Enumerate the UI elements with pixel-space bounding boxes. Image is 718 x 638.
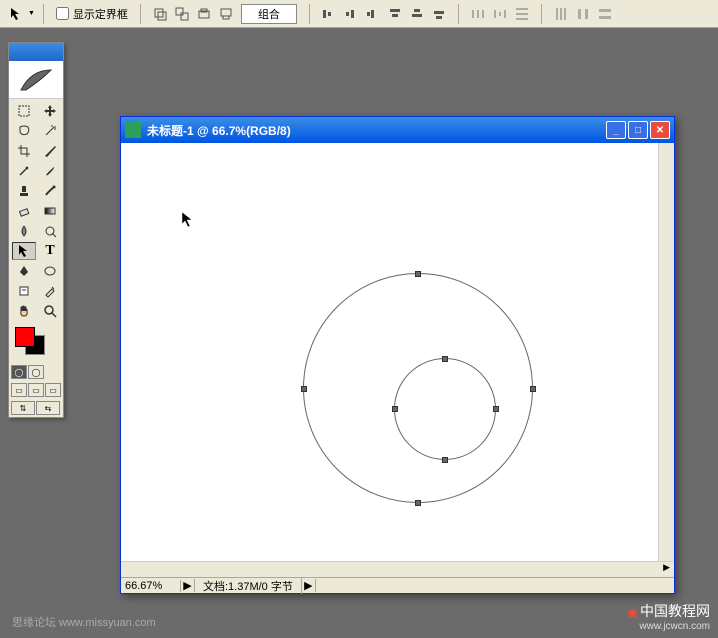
status-menu-arrow-icon[interactable]: ▶	[302, 579, 316, 592]
slice-tool-icon[interactable]	[38, 142, 62, 160]
screenmode-3-icon[interactable]: ▭	[45, 383, 61, 397]
path-handle[interactable]	[442, 457, 448, 463]
zoom-tool-icon[interactable]	[38, 302, 62, 320]
scroll-right-arrow-icon[interactable]: ▶	[659, 562, 674, 573]
separator	[140, 4, 141, 24]
path-handle[interactable]	[493, 406, 499, 412]
horizontal-scrollbar[interactable]: ▶	[121, 561, 674, 577]
type-tool-icon[interactable]: T	[38, 242, 62, 260]
brush-tool-icon[interactable]	[38, 162, 62, 180]
screenmode-1-icon[interactable]: ▭	[11, 383, 27, 397]
minimize-button[interactable]: _	[606, 121, 626, 139]
marquee-tool-icon[interactable]	[12, 102, 36, 120]
close-button[interactable]: ✕	[650, 121, 670, 139]
ellipse-path-small[interactable]	[394, 358, 496, 460]
separator	[458, 4, 459, 24]
document-titlebar[interactable]: 未标题-1 @ 66.7%(RGB/8) _ □ ✕	[121, 117, 674, 143]
group-button[interactable]: 组合	[241, 4, 297, 24]
jump-2-icon[interactable]: ⇆	[36, 401, 60, 415]
document-window: 未标题-1 @ 66.7%(RGB/8) _ □ ✕ ▶ 66.67% ▶ 文档…	[120, 116, 675, 594]
align-icon-2[interactable]	[341, 4, 361, 24]
quickmask-mode-icon[interactable]: ◯	[28, 365, 44, 379]
healing-tool-icon[interactable]	[12, 162, 36, 180]
align-icon-1[interactable]	[319, 4, 339, 24]
path-handle[interactable]	[442, 356, 448, 362]
canvas[interactable]	[121, 143, 658, 561]
align-icon-6[interactable]	[429, 4, 449, 24]
options-toolbar: ▼ 显示定界框 组合	[0, 0, 718, 28]
layer-icon-2[interactable]	[172, 4, 192, 24]
layer-icon-3[interactable]	[194, 4, 214, 24]
separator	[43, 4, 44, 24]
hand-tool-icon[interactable]	[12, 302, 36, 320]
distribute-icon-1[interactable]	[468, 4, 488, 24]
shape-tool-icon[interactable]	[38, 262, 62, 280]
align-icon-3[interactable]	[363, 4, 383, 24]
eyedropper-tool-icon[interactable]	[38, 282, 62, 300]
feather-logo	[9, 61, 63, 99]
foreground-color[interactable]	[15, 327, 35, 347]
distribute-icon-6[interactable]	[595, 4, 615, 24]
align-icon-4[interactable]	[385, 4, 405, 24]
document-icon	[125, 122, 141, 138]
dropdown-arrow-icon[interactable]: ▼	[28, 10, 35, 17]
eraser-tool-icon[interactable]	[12, 202, 36, 220]
vertical-scrollbar[interactable]	[658, 143, 674, 561]
crop-tool-icon[interactable]	[12, 142, 36, 160]
separator	[541, 4, 542, 24]
move-tool-icon[interactable]	[38, 102, 62, 120]
path-handle[interactable]	[392, 406, 398, 412]
lasso-tool-icon[interactable]	[12, 122, 36, 140]
show-bounds-checkbox[interactable]: 显示定界框	[56, 6, 128, 22]
document-title: 未标题-1 @ 66.7%(RGB/8)	[147, 122, 606, 139]
blur-tool-icon[interactable]	[12, 222, 36, 240]
pen-tool-icon[interactable]	[12, 262, 36, 280]
standard-mode-icon[interactable]: ◯	[11, 365, 27, 379]
tools-titlebar[interactable]	[9, 43, 63, 61]
path-handle[interactable]	[415, 500, 421, 506]
gradient-tool-icon[interactable]	[38, 202, 62, 220]
path-handle[interactable]	[530, 386, 536, 392]
distribute-icon-4[interactable]	[551, 4, 571, 24]
wand-tool-icon[interactable]	[38, 122, 62, 140]
jump-1-icon[interactable]: ⇅	[11, 401, 35, 415]
separator	[309, 4, 310, 24]
dodge-tool-icon[interactable]	[38, 222, 62, 240]
cursor-tool-icon[interactable]	[6, 4, 26, 24]
distribute-icon-5[interactable]	[573, 4, 593, 24]
align-icon-5[interactable]	[407, 4, 427, 24]
path-select-tool-icon[interactable]	[12, 242, 36, 260]
history-brush-tool-icon[interactable]	[38, 182, 62, 200]
screenmode-2-icon[interactable]: ▭	[28, 383, 44, 397]
path-handle[interactable]	[415, 271, 421, 277]
status-bar: 66.67% ▶ 文档:1.37M/0 字节 ▶	[121, 577, 674, 593]
distribute-icon-3[interactable]	[512, 4, 532, 24]
distribute-icon-2[interactable]	[490, 4, 510, 24]
zoom-field[interactable]: 66.67%	[121, 580, 181, 592]
color-swatches[interactable]	[11, 327, 61, 359]
watermark-left: 思缘论坛 www.missyuan.com	[12, 614, 156, 630]
layer-icon-4[interactable]	[216, 4, 236, 24]
document-info: 文档:1.37M/0 字节	[195, 578, 302, 594]
stamp-tool-icon[interactable]	[12, 182, 36, 200]
layer-icon-1[interactable]	[150, 4, 170, 24]
show-bounds-label: 显示定界框	[73, 6, 128, 22]
status-arrow-icon[interactable]: ▶	[181, 579, 195, 592]
tools-panel: T ◯ ◯ ▭ ▭ ▭ ⇅ ⇆	[8, 42, 64, 418]
notes-tool-icon[interactable]	[12, 282, 36, 300]
cursor-icon	[181, 211, 191, 227]
maximize-button[interactable]: □	[628, 121, 648, 139]
path-handle[interactable]	[301, 386, 307, 392]
watermark-right: ▣ 中国教程网 www.jcwcn.com	[628, 601, 710, 632]
